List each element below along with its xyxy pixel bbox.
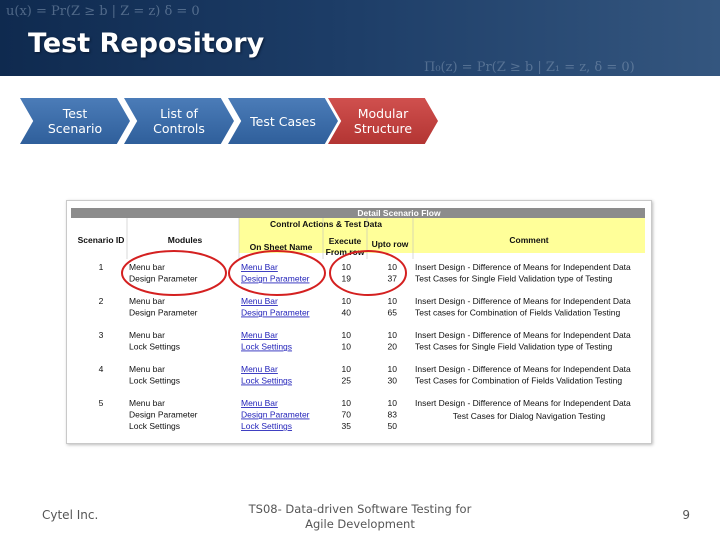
footer-presentation-title: TS08- Data-driven Software Testing for A…: [248, 502, 472, 531]
upto-row-cell: 65: [388, 308, 398, 318]
sheet-link-cell: Menu Bar: [241, 296, 278, 306]
upto-row-cell: 10: [388, 262, 398, 272]
upto-row-cell: 30: [388, 376, 398, 386]
col-header-modules: Modules: [168, 235, 203, 245]
step-label: Test Scenario: [47, 106, 103, 136]
upto-row-cell: 10: [388, 296, 398, 306]
upto-row-cell: 10: [388, 364, 398, 374]
sheet-group-header: Control Actions & Test Data: [270, 219, 382, 229]
execute-from-cell: 10: [342, 296, 352, 306]
step-test-cases: Test Cases: [228, 98, 338, 144]
execute-from-cell: 70: [342, 410, 352, 420]
step-label: List of Controls: [153, 106, 205, 136]
module-cell: Menu bar: [129, 364, 165, 374]
banner-formula-top: u(x) = Pr(Z ≥ b | Z = z) δ = 0: [6, 4, 200, 19]
page-number: 9: [682, 508, 690, 522]
comment-cell: Test Cases for Single Field Validation t…: [415, 342, 612, 352]
comment-cell: Insert Design - Difference of Means for …: [415, 398, 631, 408]
module-cell: Lock Settings: [129, 421, 180, 431]
module-cell: Menu bar: [129, 262, 165, 272]
step-label: Test Cases: [250, 113, 316, 129]
banner-formula-bottom: Π₀(z) = Pr(Z ≥ b | Z₁ = z, δ = 0): [424, 60, 635, 75]
comment-cell: Test cases for Combination of Fields Val…: [415, 308, 620, 318]
col-header-scenario-id: Scenario ID: [78, 235, 125, 245]
step-modular-structure: Modular Structure: [328, 98, 438, 144]
module-cell: Menu bar: [129, 330, 165, 340]
comment-cell: Insert Design - Difference of Means for …: [415, 364, 631, 374]
comment-cell: Test Cases for Combination of Fields Val…: [415, 376, 622, 386]
module-cell: Design Parameter: [129, 274, 198, 284]
comment-cell: Insert Design - Difference of Means for …: [415, 330, 631, 340]
footer-company: Cytel Inc.: [42, 508, 99, 522]
sheet-link-cell: Design Parameter: [241, 410, 310, 420]
comment-cell: Test Cases for Single Field Validation t…: [415, 274, 612, 284]
upto-row-cell: 10: [388, 330, 398, 340]
execute-from-cell: 10: [342, 364, 352, 374]
sheet-link-cell: Menu Bar: [241, 330, 278, 340]
scenario-id-cell: 2: [99, 296, 104, 306]
sheet-link-cell: Lock Settings: [241, 342, 292, 352]
module-cell: Menu bar: [129, 296, 165, 306]
execute-from-cell: 35: [342, 421, 352, 431]
col-header-upto-row: Upto row: [372, 239, 409, 249]
sheet-link-cell: Menu Bar: [241, 364, 278, 374]
execute-from-cell: 40: [342, 308, 352, 318]
step-test-scenario: Test Scenario: [20, 98, 130, 144]
process-steps: Test Scenario List of Controls Test Case…: [20, 98, 460, 144]
scenario-id-cell: 4: [99, 364, 104, 374]
upto-row-cell: 10: [388, 398, 398, 408]
sheet-link-cell: Design Parameter: [241, 308, 310, 318]
sheet-link-cell: Lock Settings: [241, 421, 292, 431]
upto-row-cell: 83: [388, 410, 398, 420]
sheet-link-cell: Menu Bar: [241, 262, 278, 272]
execute-from-cell: 10: [342, 330, 352, 340]
upto-row-cell: 37: [388, 274, 398, 284]
execute-from-cell: 10: [342, 342, 352, 352]
col-header-comment: Comment: [509, 235, 548, 245]
col-header-execute-from: Execute From row: [326, 236, 365, 257]
scenario-id-cell: 1: [99, 262, 104, 272]
sheet-link-cell: Design Parameter: [241, 274, 310, 284]
scenario-id-cell: 5: [99, 398, 104, 408]
scenario-flow-table: Detail Scenario FlowControl Actions & Te…: [71, 208, 645, 431]
comment-cell: Insert Design - Difference of Means for …: [415, 296, 631, 306]
execute-from-cell: 25: [342, 376, 352, 386]
step-list-of-controls: List of Controls: [124, 98, 234, 144]
module-cell: Lock Settings: [129, 376, 180, 386]
module-cell: Menu bar: [129, 398, 165, 408]
comment-cell-merged: Test Cases for Dialog Navigation Testing: [453, 411, 606, 421]
comment-cell: Insert Design - Difference of Means for …: [415, 262, 631, 272]
slide-title: Test Repository: [28, 28, 265, 59]
upto-row-cell: 20: [388, 342, 398, 352]
scenario-flow-sheet: Detail Scenario Flow Control Actions & Te…: [66, 200, 652, 444]
module-cell: Design Parameter: [129, 308, 198, 318]
execute-from-cell: 10: [342, 262, 352, 272]
sheet-banner-title: Detail Scenario Flow: [357, 208, 441, 218]
title-banner: u(x) = Pr(Z ≥ b | Z = z) δ = 0 Π₀(z) = P…: [0, 0, 720, 76]
module-cell: Lock Settings: [129, 342, 180, 352]
execute-from-cell: 10: [342, 398, 352, 408]
scenario-id-cell: 3: [99, 330, 104, 340]
upto-row-cell: 50: [388, 421, 398, 431]
sheet-link-cell: Lock Settings: [241, 376, 292, 386]
sheet-link-cell: Menu Bar: [241, 398, 278, 408]
step-label: Modular Structure: [353, 106, 413, 136]
execute-from-cell: 19: [342, 274, 352, 284]
module-cell: Design Parameter: [129, 410, 198, 420]
